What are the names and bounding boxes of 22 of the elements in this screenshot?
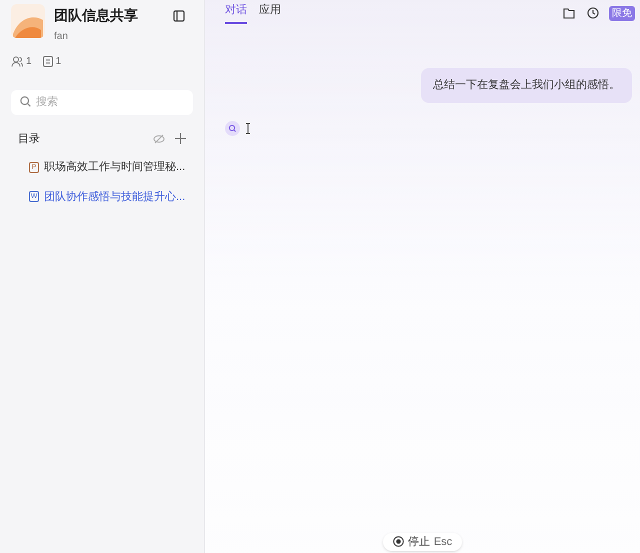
user-message-bubble: 总结一下在复盘会上我们小组的感悟。	[421, 68, 632, 102]
sidebar-toggle-icon[interactable]	[173, 10, 185, 22]
text-cursor-icon	[246, 122, 250, 134]
clock-icon[interactable]	[587, 7, 599, 19]
workspace-title: 团队信息共享	[54, 6, 139, 25]
stop-icon	[392, 536, 404, 548]
workspace-owner: fan	[54, 30, 69, 44]
free-badge[interactable]: 限免	[609, 6, 635, 20]
search-icon	[20, 96, 31, 107]
members-count: 1	[26, 55, 32, 69]
tab[interactable]: 应用	[259, 2, 281, 24]
documents-count: 1	[56, 55, 62, 69]
workspace-logo-icon	[11, 4, 45, 38]
stop-button[interactable]: 停止 Esc	[382, 532, 462, 551]
assistant-search-icon	[225, 120, 240, 136]
catalog-title: 目录	[18, 132, 41, 146]
add-icon[interactable]	[175, 133, 186, 144]
document-icon	[42, 56, 53, 67]
members-icon	[11, 56, 23, 67]
tab[interactable]: 对话	[225, 2, 247, 24]
folder-icon[interactable]	[563, 8, 575, 18]
search-field[interactable]: 搜索	[11, 90, 193, 114]
